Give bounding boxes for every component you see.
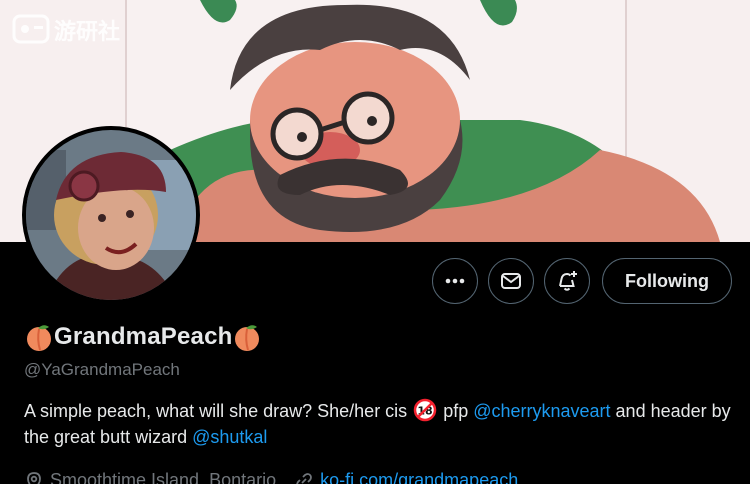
bio-text: A simple peach, what will she draw? She/… [24,401,413,421]
profile-info: GrandmaPeach @YaGrandmaPeach A simple pe… [24,322,734,484]
location: Smoothtime Island, Bontario [24,470,276,484]
website-link[interactable]: ko-fi.com/grandmapeach [320,470,518,484]
watermark-logo: 游研社 [12,12,124,46]
profile-meta: Smoothtime Island, Bontario ko-fi.com/gr… [24,470,734,484]
user-handle: @YaGrandmaPeach [24,360,180,379]
avatar[interactable] [22,126,200,304]
notify-button[interactable] [544,258,591,304]
bio: A simple peach, what will she draw? She/… [24,398,734,450]
peach-icon [235,325,260,351]
location-text: Smoothtime Island, Bontario [50,470,277,484]
message-button[interactable] [488,258,535,304]
display-name: GrandmaPeach [54,323,233,350]
more-button[interactable] [432,258,479,304]
website[interactable]: ko-fi.com/grandmapeach [294,470,518,484]
mention-link[interactable]: @cherryknaveart [473,401,610,421]
mail-icon [501,273,522,289]
bio-text: pfp [438,401,474,421]
display-name-row: GrandmaPeach [24,322,734,352]
bell-plus-icon [559,271,578,291]
profile-actions: Following [432,258,732,304]
no-under-18-icon: 18 [413,398,437,422]
following-button[interactable]: Following [602,258,732,304]
peach-icon [27,325,51,351]
more-icon [445,278,465,284]
mention-link[interactable]: @shutkal [192,427,267,447]
watermark-text: 游研社 [54,19,120,45]
link-icon [296,472,313,484]
location-pin-icon [27,471,41,484]
